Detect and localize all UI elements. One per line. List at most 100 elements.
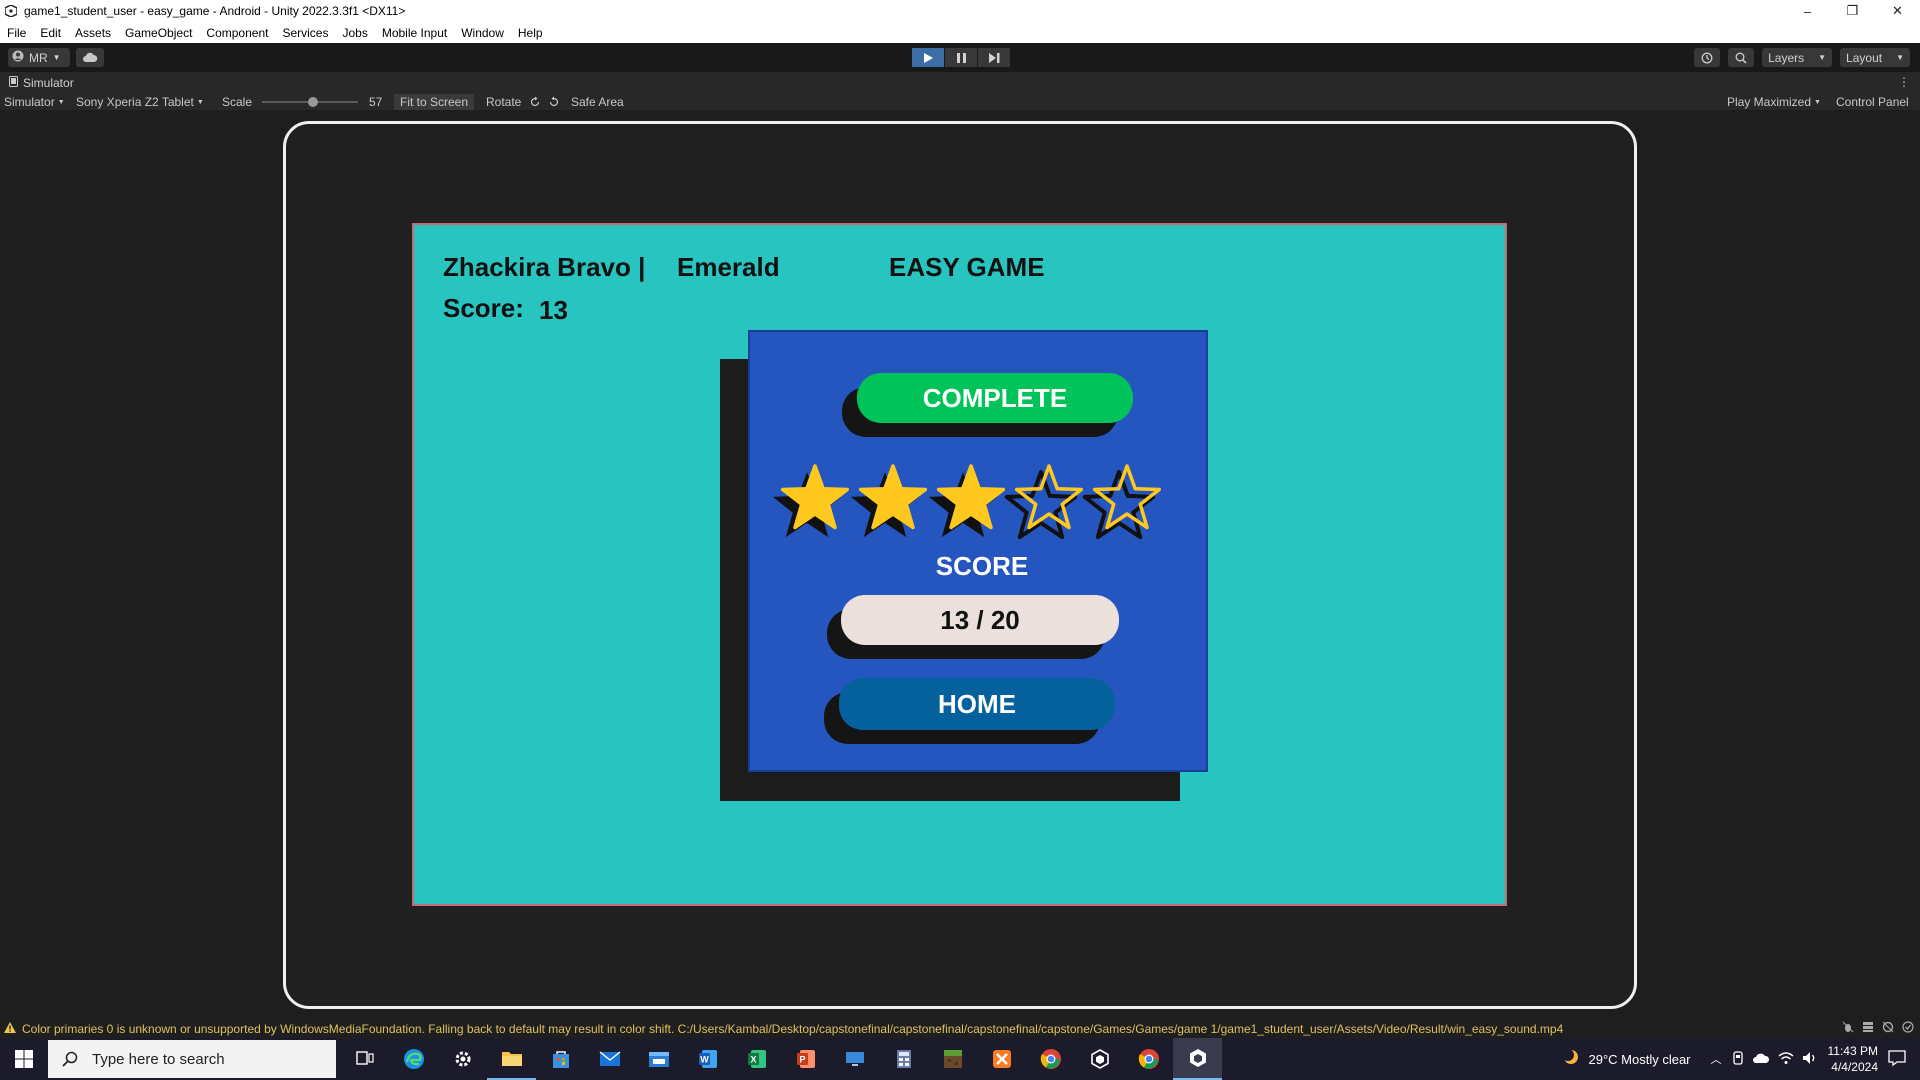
taskbar-settings[interactable]: [438, 1038, 487, 1080]
chevron-down-icon: ▼: [52, 53, 61, 62]
layout-dropdown[interactable]: Layout ▼: [1840, 48, 1910, 67]
account-dropdown[interactable]: MR ▼: [8, 48, 70, 67]
player-name: Zhackira Bravo |: [443, 252, 646, 282]
more-options-icon[interactable]: ⋮: [1898, 75, 1910, 89]
taskbar-clock[interactable]: 11:43 PM 4/4/2024: [1828, 1043, 1878, 1075]
device-label: Sony Xperia Z2 Tablet: [76, 95, 194, 109]
section-name: Emerald: [677, 252, 780, 282]
taskbar-file-explorer[interactable]: [487, 1038, 536, 1080]
folder-icon: [501, 1052, 522, 1066]
taskbar-unity-editor[interactable]: [1173, 1038, 1222, 1080]
history-button[interactable]: [1694, 48, 1721, 67]
collab-icon[interactable]: [1902, 1021, 1914, 1036]
task-view-button[interactable]: [340, 1038, 389, 1080]
device-dropdown[interactable]: Sony Xperia Z2 Tablet ▼: [76, 94, 204, 110]
console-message: Color primaries 0 is unknown or unsuppor…: [22, 1022, 1564, 1036]
mail-icon: [599, 1051, 620, 1066]
taskbar-mail[interactable]: [585, 1038, 634, 1080]
rotate-right-icon: [530, 96, 540, 107]
taskbar-powerpoint[interactable]: P: [781, 1038, 830, 1080]
taskbar-excel[interactable]: X: [732, 1038, 781, 1080]
menu-component[interactable]: Component: [206, 26, 268, 40]
menu-window[interactable]: Window: [461, 26, 504, 40]
notifications-icon[interactable]: [1888, 1049, 1906, 1069]
debug-icon[interactable]: [1842, 1021, 1854, 1036]
word-icon: W: [698, 1050, 717, 1068]
store-icon: [552, 1051, 569, 1068]
powerpoint-icon: P: [796, 1050, 815, 1068]
step-button[interactable]: [978, 48, 1010, 67]
edge-icon: [403, 1049, 424, 1069]
volume-icon[interactable]: [1802, 1051, 1818, 1068]
menu-help[interactable]: Help: [518, 26, 543, 40]
step-icon: [988, 52, 999, 63]
stack-icon[interactable]: [1862, 1021, 1874, 1036]
weather-icon[interactable]: [1559, 1047, 1581, 1072]
menu-edit[interactable]: Edit: [40, 26, 61, 40]
menu-file[interactable]: File: [7, 26, 26, 40]
play-controls: [912, 48, 1010, 67]
menu-services[interactable]: Services: [282, 26, 328, 40]
minimize-button[interactable]: –: [1785, 0, 1830, 22]
layers-dropdown[interactable]: Layers ▼: [1762, 48, 1833, 67]
pause-button[interactable]: [945, 48, 977, 67]
safe-area-toggle[interactable]: Safe Area: [571, 94, 624, 110]
restore-button[interactable]: ❐: [1830, 0, 1875, 22]
cloud-icon: [82, 49, 98, 67]
taskbar-word[interactable]: W: [683, 1038, 732, 1080]
menu-mobile-input[interactable]: Mobile Input: [382, 26, 447, 40]
onedrive-icon[interactable]: [1752, 1052, 1770, 1067]
play-icon: [923, 52, 933, 63]
taskbar-search[interactable]: Type here to search: [48, 1040, 336, 1078]
system-tray: 29°C Mostly clear ︿ 11:43 PM 4/4/2024: [1559, 1038, 1920, 1080]
layers-label: Layers: [1768, 50, 1805, 65]
control-panel-button[interactable]: Control Panel: [1836, 94, 1909, 110]
chevron-up-icon[interactable]: ︿: [1711, 1051, 1722, 1067]
cloud-button[interactable]: [76, 48, 104, 67]
taskbar-xampp[interactable]: [977, 1038, 1026, 1080]
star-empty-icon: [1082, 464, 1162, 540]
chevron-down-icon: ▼: [196, 98, 204, 106]
usb-icon[interactable]: [1732, 1050, 1744, 1068]
start-button[interactable]: [0, 1038, 48, 1080]
taskbar-edge[interactable]: [389, 1038, 438, 1080]
menu-gameobject[interactable]: GameObject: [125, 26, 192, 40]
simulator-tab[interactable]: Simulator: [23, 76, 74, 90]
taskbar-minecraft[interactable]: [928, 1038, 977, 1080]
unity-logo-icon: [4, 4, 18, 18]
svg-text:P: P: [799, 1055, 805, 1065]
clock-time: 11:43 PM: [1827, 1044, 1878, 1058]
simulator-mode-dropdown[interactable]: Simulator ▼: [4, 94, 65, 110]
rotate-right-button[interactable]: [529, 94, 541, 110]
simulator-toolbar: Simulator ▼ Sony Xperia Z2 Tablet ▼ Scal…: [0, 94, 1920, 110]
play-maximized-dropdown[interactable]: Play Maximized ▼: [1727, 94, 1821, 110]
menu-assets[interactable]: Assets: [75, 26, 111, 40]
taskbar-chrome-2[interactable]: [1124, 1038, 1173, 1080]
chevron-down-icon: ▼: [1896, 53, 1904, 62]
rotate-left-button[interactable]: [548, 94, 560, 110]
window-title-bar: game1_student_user - easy_game - Android…: [0, 0, 1920, 22]
taskbar-chrome-1[interactable]: [1026, 1038, 1075, 1080]
cache-icon[interactable]: [1882, 1021, 1894, 1036]
home-button[interactable]: HOME: [839, 678, 1115, 730]
wifi-icon[interactable]: [1778, 1051, 1794, 1068]
taskbar-unity-hub[interactable]: [1075, 1038, 1124, 1080]
play-button[interactable]: [912, 48, 944, 67]
taskbar-store[interactable]: [536, 1038, 585, 1080]
play-maximized-label: Play Maximized: [1727, 95, 1812, 109]
menu-jobs[interactable]: Jobs: [342, 26, 367, 40]
fit-to-screen-button[interactable]: Fit to Screen: [394, 94, 475, 110]
console-status-bar[interactable]: Color primaries 0 is unknown or unsuppor…: [0, 1020, 1920, 1038]
search-placeholder: Type here to search: [92, 1050, 225, 1068]
close-button[interactable]: ✕: [1875, 0, 1920, 22]
taskbar-outlook[interactable]: [634, 1038, 683, 1080]
star-filled-icon: [850, 464, 928, 538]
taskbar-calculator[interactable]: [879, 1038, 928, 1080]
windows-taskbar: Type here to search W X P 29°C Mostly cl…: [0, 1038, 1920, 1080]
search-button[interactable]: [1728, 48, 1755, 67]
score-heading: SCORE: [935, 551, 1029, 581]
weather-text[interactable]: 29°C Mostly clear: [1589, 1052, 1691, 1067]
taskbar-remote[interactable]: [830, 1038, 879, 1080]
result-score-box: 13 / 20: [841, 595, 1119, 645]
scale-slider-handle[interactable]: [308, 97, 318, 107]
